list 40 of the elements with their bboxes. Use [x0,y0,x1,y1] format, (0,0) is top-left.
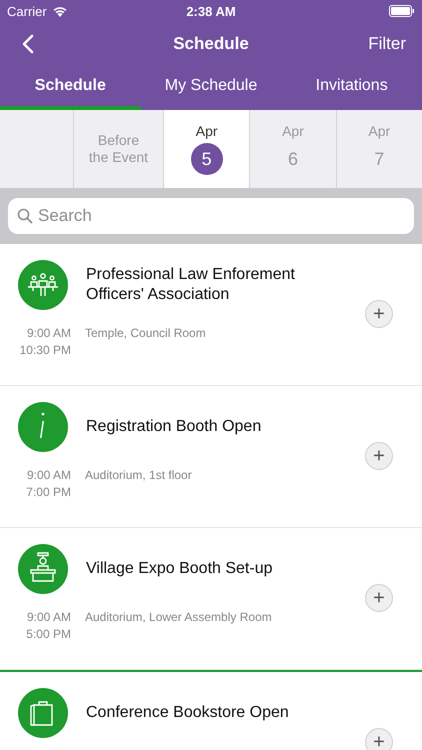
add-button[interactable]: + [365,584,393,612]
tab[interactable]: My Schedule [140,66,282,110]
day-number: 7 [373,148,386,170]
end-time: 10:30 PM [20,342,71,359]
shopping-bag-icon [18,688,68,738]
filter-button[interactable]: Filter [364,30,410,58]
carrier-label: Carrier [7,4,47,18]
day-number: 5 [190,143,223,175]
event-title[interactable]: Professional Law Enforement Officers' Association [86,265,326,305]
people-table-icon [18,260,68,310]
end-time: 7:00 PM [26,484,71,501]
date-cell[interactable] [0,110,73,188]
start-time: 9:00 AM [26,325,71,342]
event-location: Temple, Council Room [85,325,206,342]
day-number: 6 [286,148,299,170]
add-button[interactable]: + [365,300,393,328]
event-location: Auditorium, 1st floor [85,467,192,484]
wifi-icon [52,5,68,17]
event-location: Auditorium, Lower Assembly Room [85,609,272,626]
month-label: Apr [196,123,218,139]
add-button[interactable]: + [365,728,393,750]
back-icon[interactable] [22,34,34,54]
start-time: 9:00 AM [26,609,71,626]
search-icon [17,208,33,224]
add-button[interactable]: + [365,442,393,470]
event-title[interactable]: Registration Booth Open [86,417,262,437]
search-field[interactable]: Search [8,198,414,234]
event-title[interactable]: Village Expo Booth Set-up [86,559,272,579]
end-time: 5:00 PM [26,626,71,643]
month-label: Apr [282,123,304,139]
tab[interactable]: Invitations [281,66,422,110]
date-cell[interactable]: Apr 5 [164,110,250,188]
month-label: Apr [368,123,390,139]
battery-icon [389,5,415,17]
booth-icon [18,544,68,594]
event-title[interactable]: Conference Bookstore Open [86,703,289,723]
clock-time: 2:38 AM [185,4,237,18]
screen-title: Schedule [173,34,249,54]
start-time: 9:00 AM [26,467,71,484]
info-icon [18,402,68,452]
